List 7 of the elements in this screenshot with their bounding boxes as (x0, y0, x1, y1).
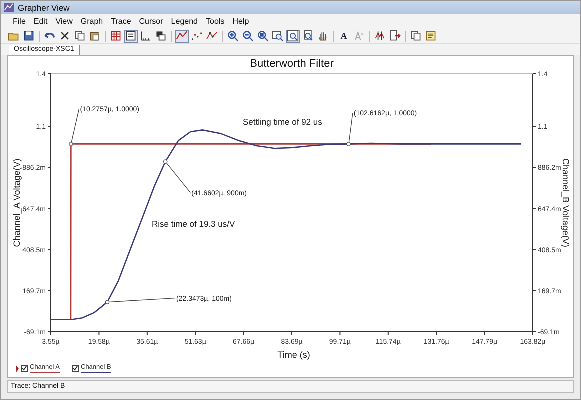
axis-title: Channel_B Voltage(V) (561, 158, 571, 248)
chart-title: Butterworth Filter (250, 58, 334, 70)
note-text: Settling time of 92 us (243, 117, 322, 128)
window-title: Grapher View (18, 2, 70, 13)
axis-title: Time (s) (278, 350, 310, 360)
note-text: Rise time of 19.3 us/V (152, 219, 236, 230)
axis-title: Channel_A Voltage(V) (12, 159, 22, 248)
